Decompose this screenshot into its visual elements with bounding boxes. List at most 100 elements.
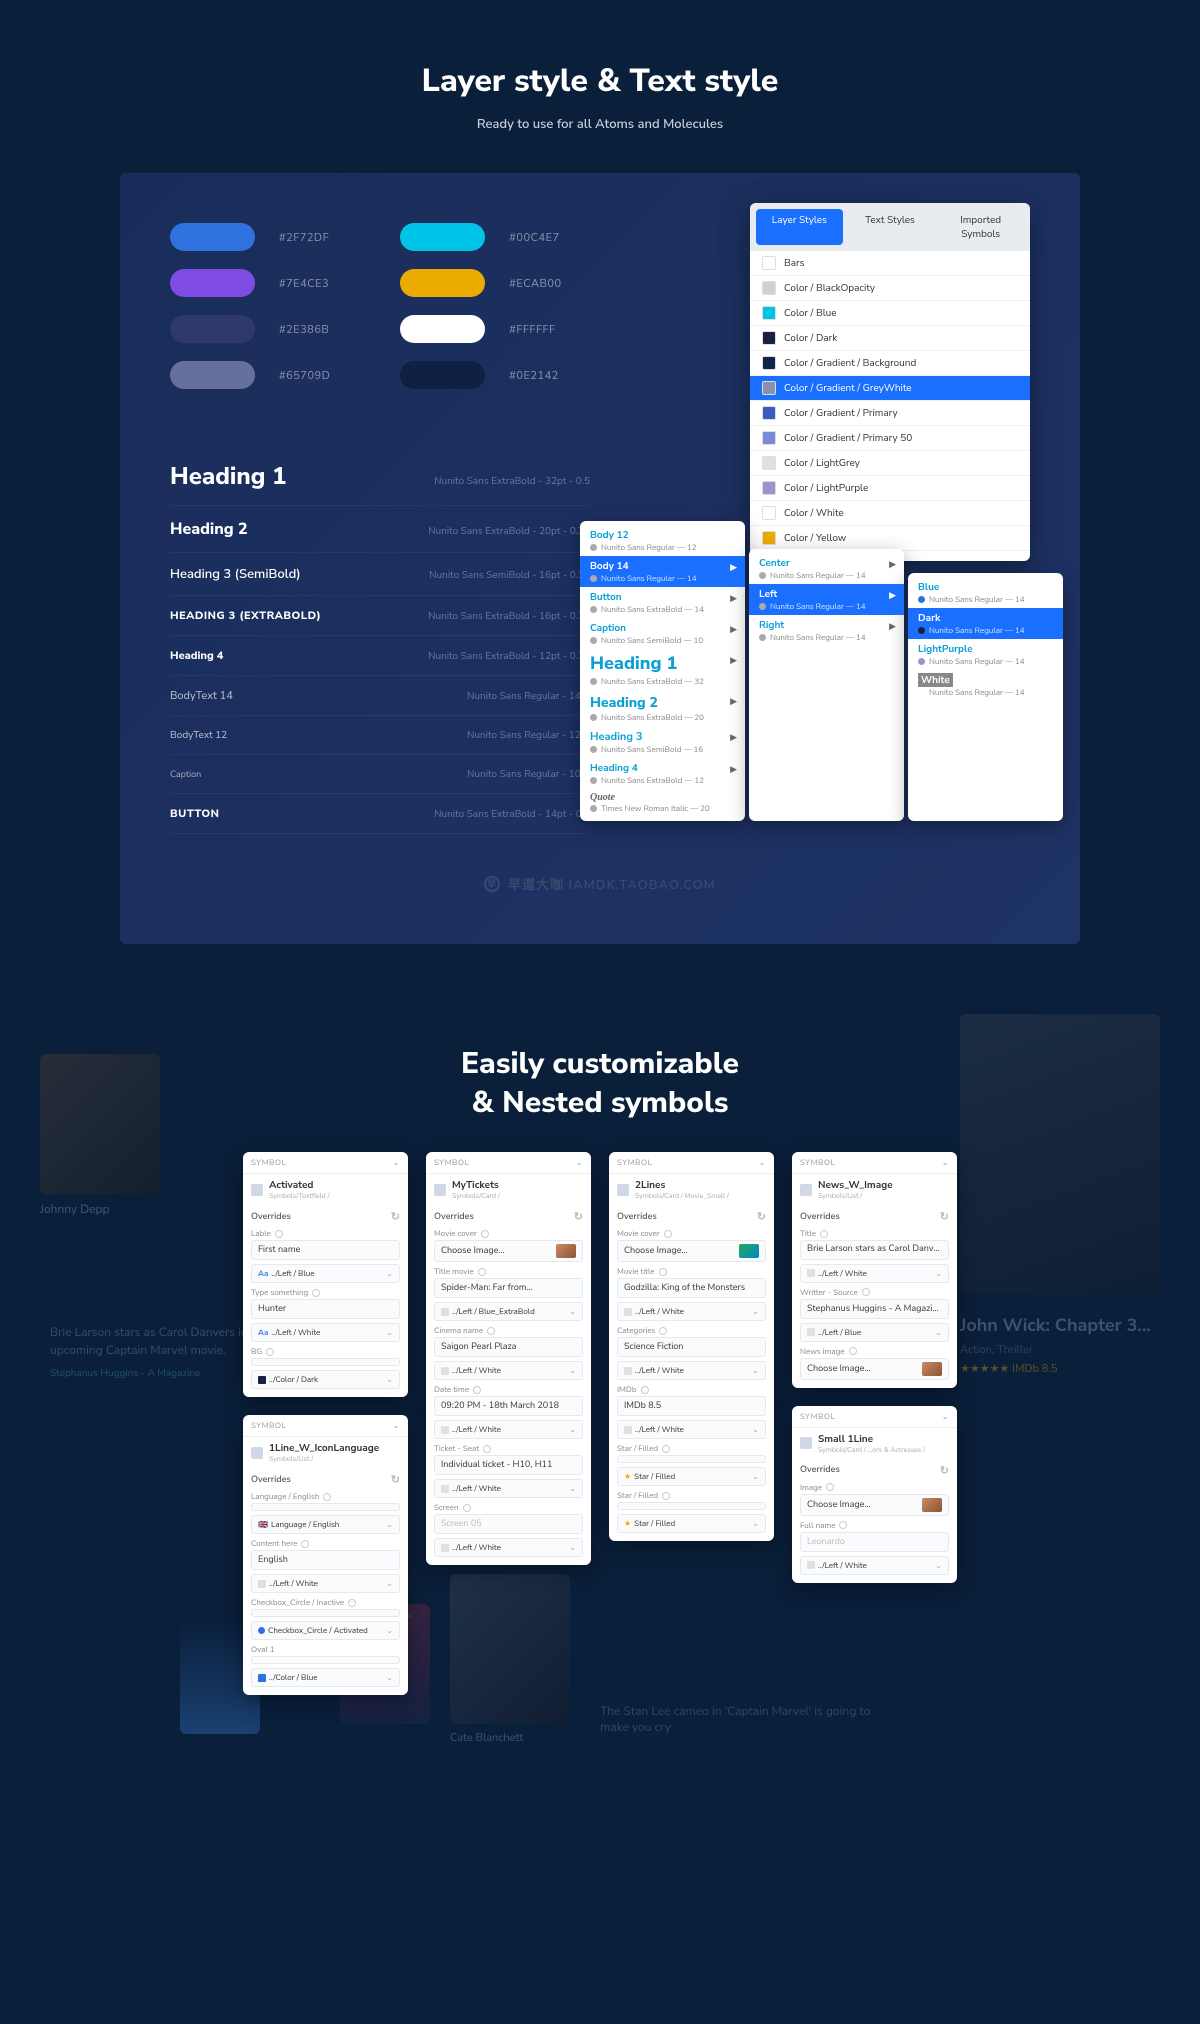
menu-item[interactable]: Quote Times New Roman Italic — 20 bbox=[580, 789, 745, 817]
visibility-icon[interactable] bbox=[664, 1230, 672, 1238]
visibility-icon[interactable] bbox=[312, 1289, 320, 1297]
chevron-down-icon[interactable]: ⌄ bbox=[942, 1411, 949, 1422]
override-input[interactable]: Choose Image... bbox=[800, 1494, 949, 1516]
refresh-icon[interactable]: ↻ bbox=[391, 1472, 400, 1487]
override-input[interactable]: Choose Image... bbox=[800, 1358, 949, 1380]
override-input[interactable]: Godzilla: King of the Monsters bbox=[617, 1278, 766, 1298]
visibility-icon[interactable] bbox=[301, 1540, 309, 1548]
override-input[interactable]: ★Star / Filled⌄ bbox=[617, 1514, 766, 1533]
visibility-icon[interactable] bbox=[266, 1348, 274, 1356]
symbol-title[interactable]: News_W_ImageSymbols/List / bbox=[792, 1174, 957, 1205]
layer-style-item[interactable]: Color / BlackOpacity bbox=[750, 276, 1030, 301]
visibility-icon[interactable] bbox=[473, 1386, 481, 1394]
visibility-icon[interactable] bbox=[820, 1230, 828, 1238]
visibility-icon[interactable] bbox=[478, 1268, 486, 1276]
layer-style-item[interactable]: Color / LightGrey bbox=[750, 451, 1030, 476]
menu-item[interactable]: Center Nunito Sans Regular — 14▶ bbox=[749, 553, 904, 584]
override-input[interactable]: Stephanus Huggins - A Magazine bbox=[800, 1299, 949, 1319]
override-input[interactable] bbox=[251, 1656, 400, 1664]
override-input[interactable]: 09:20 PM - 18th March 2018 bbox=[434, 1396, 583, 1416]
tab-text-styles[interactable]: Text Styles bbox=[847, 209, 934, 245]
override-input[interactable]: Screen 05 bbox=[434, 1514, 583, 1534]
override-input[interactable]: ../Left / White⌄ bbox=[617, 1420, 766, 1439]
refresh-icon[interactable]: ↻ bbox=[391, 1209, 400, 1224]
menu-item[interactable]: Blue Nunito Sans Regular — 14 bbox=[908, 577, 1063, 608]
override-input[interactable] bbox=[251, 1358, 400, 1366]
visibility-icon[interactable] bbox=[839, 1521, 847, 1529]
visibility-icon[interactable] bbox=[662, 1492, 670, 1500]
menu-item[interactable]: Heading 1 Nunito Sans ExtraBold — 32▶ bbox=[580, 649, 745, 690]
refresh-icon[interactable]: ↻ bbox=[574, 1209, 583, 1224]
visibility-icon[interactable] bbox=[487, 1327, 495, 1335]
override-input[interactable]: Hunter bbox=[251, 1299, 400, 1319]
symbol-title[interactable]: Small 1LineSymbols/Card / ...ors & Actre… bbox=[792, 1428, 957, 1459]
override-input[interactable]: ../Left / White⌄ bbox=[434, 1538, 583, 1557]
chevron-down-icon[interactable]: ⌄ bbox=[576, 1157, 583, 1168]
menu-item[interactable]: Dark Nunito Sans Regular — 14 bbox=[908, 608, 1063, 639]
override-input[interactable]: ../Left / White⌄ bbox=[800, 1556, 949, 1575]
chevron-down-icon[interactable]: ⌄ bbox=[942, 1157, 949, 1168]
visibility-icon[interactable] bbox=[662, 1445, 670, 1453]
override-input[interactable]: Choose Image... bbox=[434, 1240, 583, 1262]
chevron-down-icon[interactable]: ⌄ bbox=[393, 1157, 400, 1168]
override-input[interactable] bbox=[617, 1455, 766, 1463]
layer-style-item[interactable]: Color / Gradient / Primary bbox=[750, 401, 1030, 426]
override-input[interactable]: ★Star / Filled⌄ bbox=[617, 1467, 766, 1486]
override-input[interactable]: Science Fiction bbox=[617, 1337, 766, 1357]
menu-item[interactable]: White Nunito Sans Regular — 14 bbox=[908, 670, 1063, 701]
override-input[interactable]: Saigon Pearl Plaza bbox=[434, 1337, 583, 1357]
chevron-down-icon[interactable]: ⌄ bbox=[393, 1420, 400, 1431]
visibility-icon[interactable] bbox=[481, 1230, 489, 1238]
menu-item[interactable]: Left Nunito Sans Regular — 14▶ bbox=[749, 584, 904, 615]
tab-imported-symbols[interactable]: Imported Symbols bbox=[937, 209, 1024, 245]
override-input[interactable]: Brie Larson stars as Carol Danvers in th… bbox=[800, 1240, 949, 1260]
override-input[interactable] bbox=[617, 1502, 766, 1510]
menu-item[interactable]: Body 14 Nunito Sans Regular — 14▶ bbox=[580, 556, 745, 587]
override-input[interactable]: Checkbox_Circle / Activated⌄ bbox=[251, 1621, 400, 1640]
override-input[interactable] bbox=[251, 1503, 400, 1511]
layer-style-item[interactable]: Color / Blue bbox=[750, 301, 1030, 326]
visibility-icon[interactable] bbox=[463, 1504, 471, 1512]
override-input[interactable]: ../Left / White⌄ bbox=[617, 1302, 766, 1321]
menu-item[interactable]: Caption Nunito Sans SemiBold — 10▶ bbox=[580, 618, 745, 649]
visibility-icon[interactable] bbox=[862, 1288, 870, 1296]
override-input[interactable]: Aa../Left / Blue⌄ bbox=[251, 1264, 400, 1283]
menu-item[interactable]: Button Nunito Sans ExtraBold — 14▶ bbox=[580, 587, 745, 618]
visibility-icon[interactable] bbox=[641, 1386, 649, 1394]
symbol-title[interactable]: 1Line_W_IconLanguageSymbols/List / bbox=[243, 1437, 408, 1468]
symbol-title[interactable]: MyTicketsSymbols/Card / bbox=[426, 1174, 591, 1205]
tab-layer-styles[interactable]: Layer Styles bbox=[756, 209, 843, 245]
menu-item[interactable]: LightPurple Nunito Sans Regular — 14 bbox=[908, 639, 1063, 670]
visibility-icon[interactable] bbox=[659, 1327, 667, 1335]
layer-style-item[interactable]: Color / Gradient / Primary 50 bbox=[750, 426, 1030, 451]
visibility-icon[interactable] bbox=[323, 1493, 331, 1501]
visibility-icon[interactable] bbox=[826, 1483, 834, 1491]
override-input[interactable]: 🇬🇧Language / English⌄ bbox=[251, 1515, 400, 1534]
override-input[interactable]: English bbox=[251, 1550, 400, 1570]
override-input[interactable]: IMDb 8.5 bbox=[617, 1396, 766, 1416]
menu-item[interactable]: Right Nunito Sans Regular — 14▶ bbox=[749, 615, 904, 646]
visibility-icon[interactable] bbox=[849, 1347, 857, 1355]
visibility-icon[interactable] bbox=[275, 1230, 283, 1238]
override-input[interactable]: Aa../Left / White⌄ bbox=[251, 1323, 400, 1342]
menu-item[interactable]: Body 12 Nunito Sans Regular — 12 bbox=[580, 525, 745, 556]
override-input[interactable]: ../Left / White⌄ bbox=[251, 1574, 400, 1593]
layer-style-item[interactable]: Color / LightPurple bbox=[750, 476, 1030, 501]
menu-item[interactable]: Heading 4 Nunito Sans ExtraBold — 12▶ bbox=[580, 758, 745, 789]
refresh-icon[interactable]: ↻ bbox=[940, 1209, 949, 1224]
override-input[interactable]: ../Color / Blue⌄ bbox=[251, 1668, 400, 1687]
layer-style-item[interactable]: Color / Gradient / Background bbox=[750, 351, 1030, 376]
layer-style-item[interactable]: Bars bbox=[750, 251, 1030, 276]
override-input[interactable]: ../Left / White⌄ bbox=[434, 1361, 583, 1380]
override-input[interactable]: Leonardo bbox=[800, 1532, 949, 1552]
override-input[interactable]: ../Color / Dark⌄ bbox=[251, 1370, 400, 1389]
override-input[interactable]: ../Left / White⌄ bbox=[434, 1479, 583, 1498]
override-input[interactable]: ../Left / Blue_ExtraBold⌄ bbox=[434, 1302, 583, 1321]
layer-style-item[interactable]: Color / Gradient / GreyWhite bbox=[750, 376, 1030, 401]
refresh-icon[interactable]: ↻ bbox=[940, 1463, 949, 1478]
override-input[interactable]: ../Left / White⌄ bbox=[434, 1420, 583, 1439]
visibility-icon[interactable] bbox=[659, 1268, 667, 1276]
menu-item[interactable]: Heading 2 Nunito Sans ExtraBold — 20▶ bbox=[580, 690, 745, 726]
override-input[interactable]: ../Left / White⌄ bbox=[800, 1264, 949, 1283]
override-input[interactable]: Spider-Man: Far from... bbox=[434, 1278, 583, 1298]
